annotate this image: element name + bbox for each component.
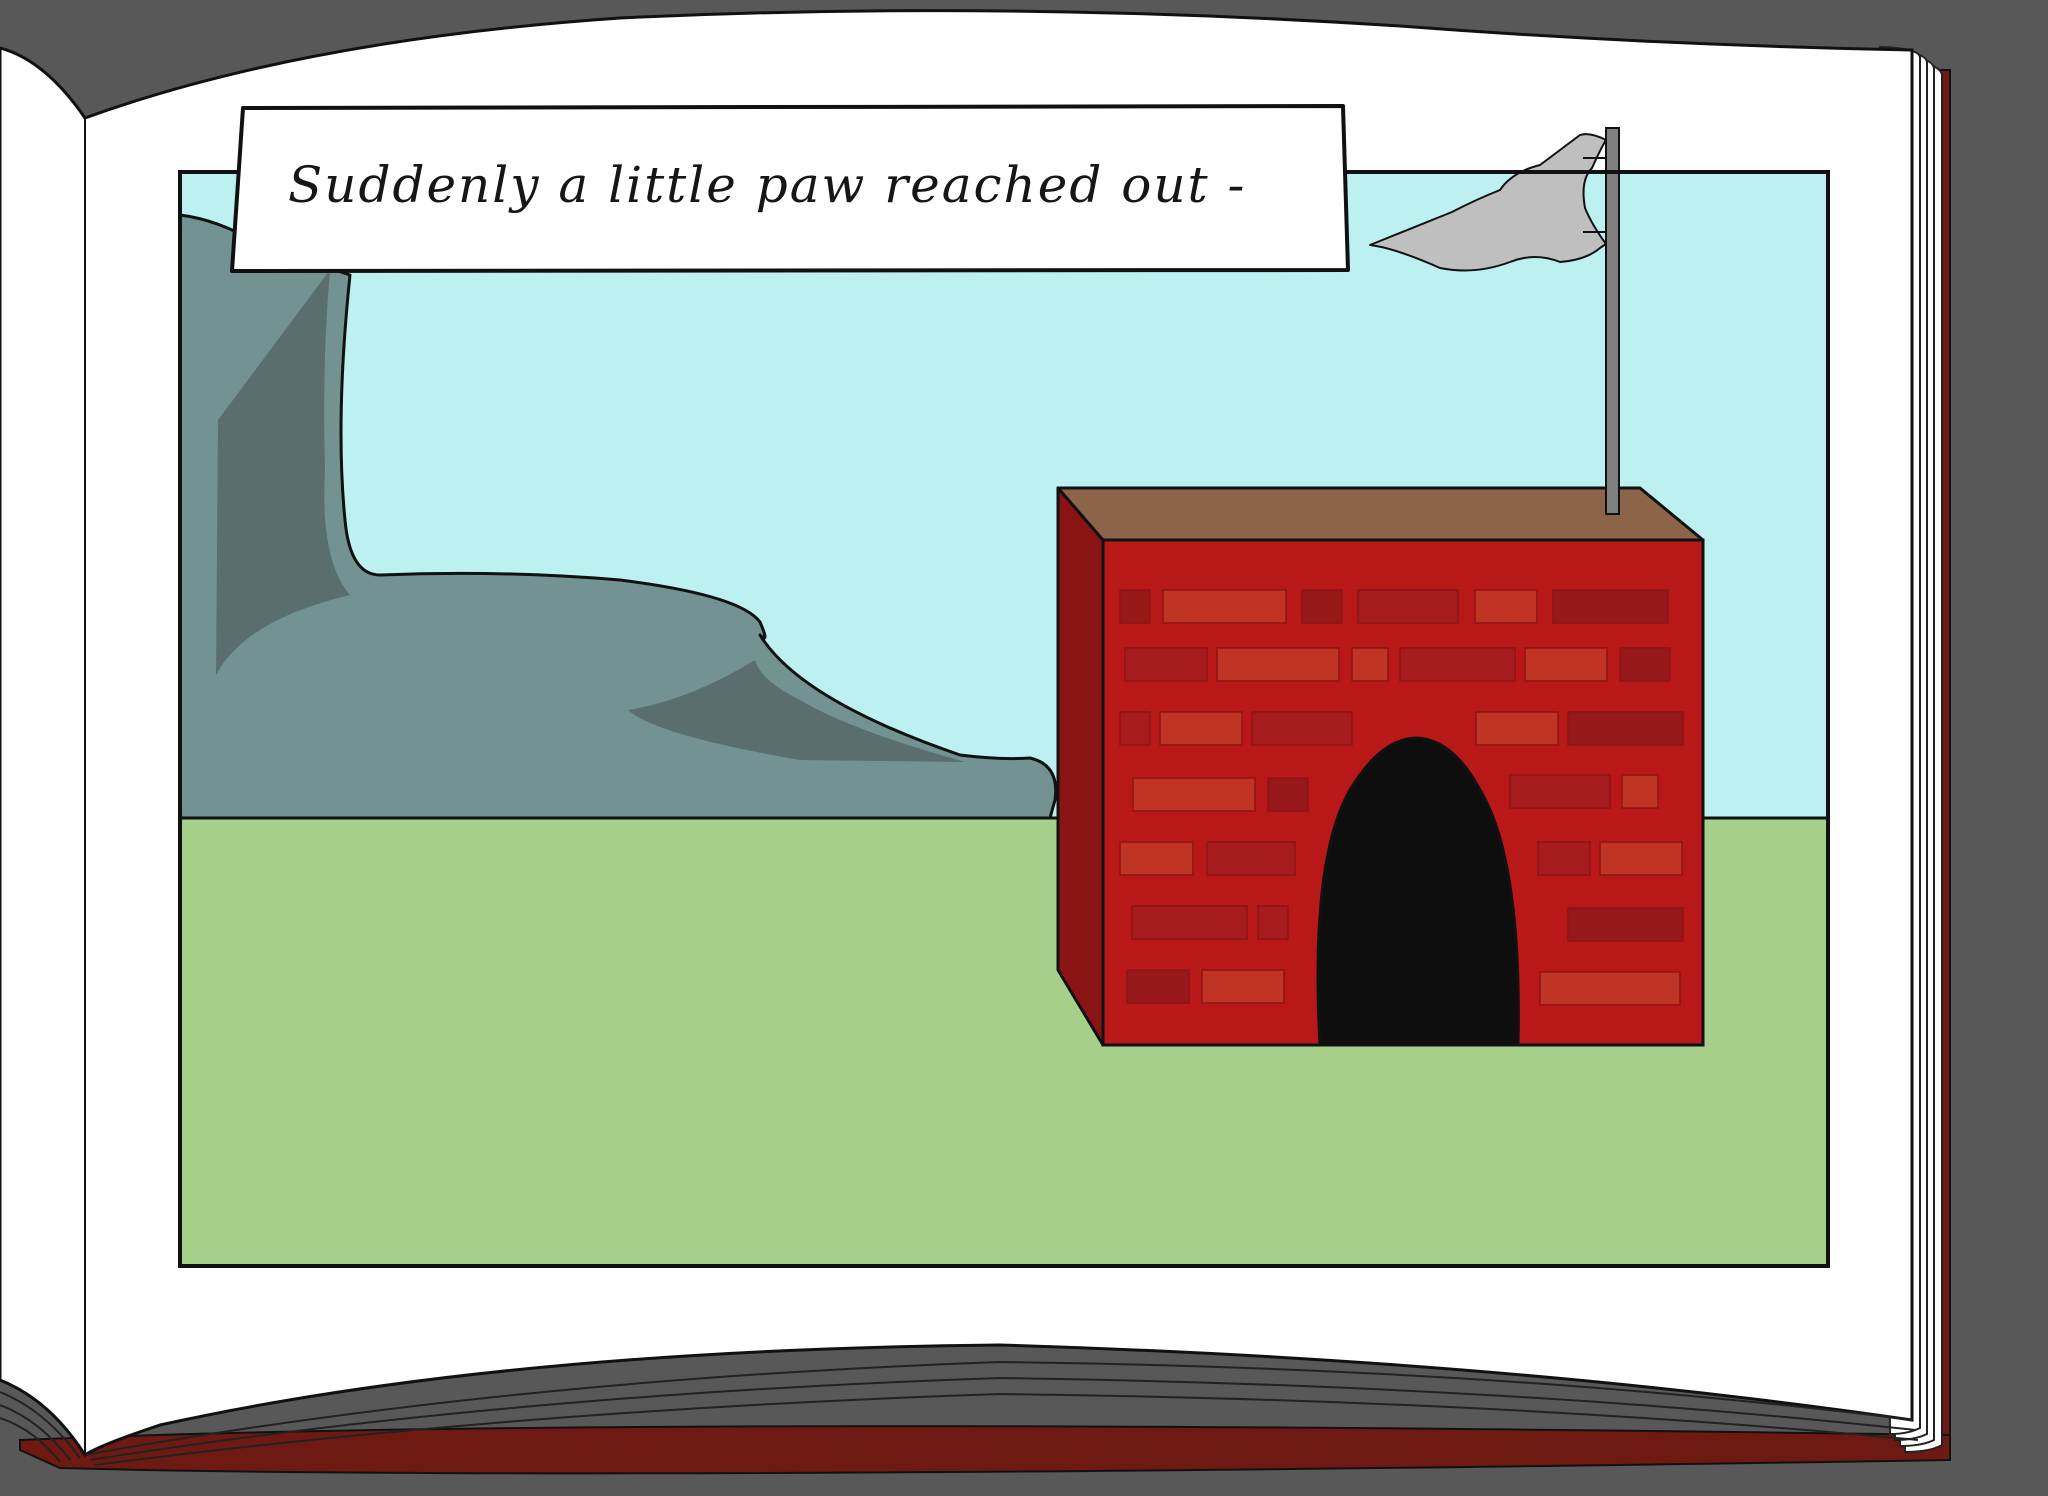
- storybook-scene: Suddenly a little paw reached out -: [0, 0, 2048, 1496]
- doghouse-icon: [1056, 486, 1705, 1047]
- book-illustration: Suddenly a little paw reached out -: [0, 9, 1951, 1475]
- doghouse-side: [1056, 486, 1105, 1047]
- flagpole: [1605, 127, 1620, 515]
- caption-text: Suddenly a little paw reached out -: [288, 156, 1246, 214]
- caption-box: Suddenly a little paw reached out -: [230, 104, 1350, 273]
